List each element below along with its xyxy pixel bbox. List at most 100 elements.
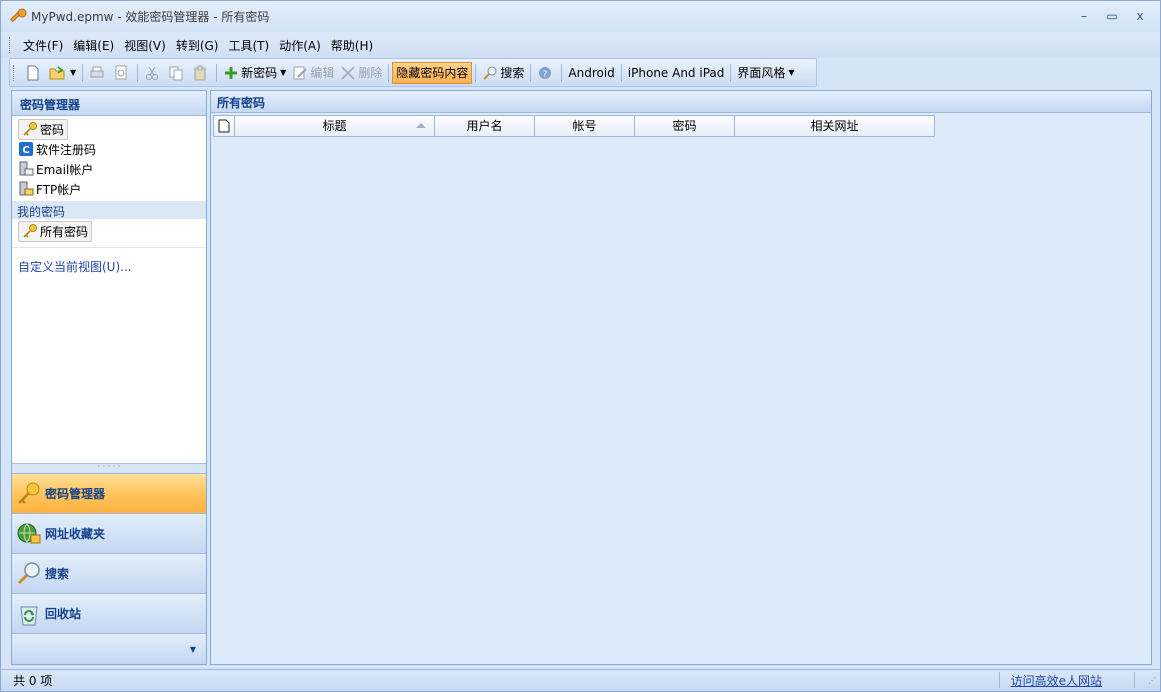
close-button[interactable]: x (1128, 7, 1152, 25)
status-divider (1134, 672, 1135, 688)
edit-icon (292, 65, 308, 81)
search-label: 搜索 (500, 66, 525, 80)
iphone-button[interactable]: iPhone And iPad (625, 62, 728, 84)
nav-header: 密码管理器 (12, 91, 206, 116)
new-file-button[interactable] (22, 62, 46, 84)
nav-button-search[interactable]: 搜索 (12, 553, 206, 593)
nav-item-label: 密码 (40, 122, 65, 137)
nav-group-my-passwords: 我的密码 (12, 201, 206, 219)
new-file-icon (25, 65, 41, 81)
search-icon (482, 65, 498, 81)
nav-button-label: 密码管理器 (45, 487, 106, 501)
delete-label: 删除 (358, 66, 383, 80)
nav-item-label: 软件注册码 (36, 142, 97, 157)
toolbar-separator (216, 63, 218, 82)
column-url[interactable]: 相关网址 (735, 115, 935, 137)
menu-goto[interactable]: 转到(G) (171, 35, 224, 56)
cut-button[interactable] (141, 62, 165, 84)
print-icon (89, 65, 105, 81)
nav-splitter[interactable]: · · · · · (12, 463, 206, 473)
nav-item-all-passwords[interactable]: 所有密码 (12, 219, 206, 243)
menu-view[interactable]: 视图(V) (119, 35, 171, 56)
navigation-pane: 密码管理器 密码 C 软件注册码 Email帐户 FTP帐户 我的密码 所有密码… (11, 90, 207, 665)
window-title: MyPwd.epmw - 效能密码管理器 - 所有密码 (31, 10, 270, 24)
cut-icon (144, 65, 160, 81)
menu-grip[interactable] (9, 37, 12, 53)
toolbar-separator (388, 63, 390, 82)
visit-website-link[interactable]: 访问高效e人网站 (1011, 672, 1102, 689)
menu-tools[interactable]: 工具(T) (223, 35, 274, 56)
menu-bar: 文件(F) 编辑(E) 视图(V) 转到(G) 工具(T) 动作(A) 帮助(H… (1, 32, 1160, 58)
column-icon[interactable] (213, 115, 235, 137)
grid-header: 标题 用户名 帐号 密码 相关网址 (213, 115, 935, 137)
key-icon (22, 121, 38, 137)
column-password[interactable]: 密码 (635, 115, 735, 137)
edit-label: 编辑 (310, 66, 335, 80)
nav-item-ftp[interactable]: FTP帐户 (12, 179, 206, 199)
nav-item-label: 所有密码 (40, 224, 89, 239)
skin-button[interactable]: 界面风格 ▼ (734, 62, 797, 84)
column-username[interactable]: 用户名 (435, 115, 535, 137)
ftp-server-icon (18, 181, 34, 197)
print-preview-button[interactable] (110, 62, 134, 84)
nav-item-email[interactable]: Email帐户 (12, 159, 206, 179)
nav-button-password-manager[interactable]: 密码管理器 (12, 473, 206, 513)
key-icon (22, 223, 38, 239)
search-button[interactable]: 搜索 (479, 62, 527, 84)
svg-text:?: ? (543, 70, 548, 80)
menu-help[interactable]: 帮助(H) (326, 35, 378, 56)
resize-grip-icon[interactable]: ⋰ (1148, 676, 1156, 685)
open-button[interactable]: ▼ (46, 62, 79, 84)
android-button[interactable]: Android (565, 62, 617, 84)
app-window: MyPwd.epmw - 效能密码管理器 - 所有密码 – ▭ x 文件(F) … (0, 0, 1161, 692)
paste-button[interactable] (189, 62, 213, 84)
nav-divider (12, 247, 206, 248)
delete-icon (340, 65, 356, 81)
print-preview-icon (113, 65, 129, 81)
chevron-down-icon[interactable]: ▼ (280, 68, 286, 77)
help-button[interactable]: ? (534, 62, 558, 84)
toolbar-separator (730, 63, 732, 82)
maximize-button[interactable]: ▭ (1100, 7, 1124, 25)
edit-button[interactable]: 编辑 (289, 62, 337, 84)
menu-actions[interactable]: 动作(A) (274, 35, 326, 56)
nav-item-label: FTP帐户 (36, 182, 82, 197)
column-account[interactable]: 帐号 (535, 115, 635, 137)
help-icon: ? (537, 65, 553, 81)
toolbar-grip[interactable] (13, 64, 16, 81)
nav-item-password[interactable]: 密码 (12, 118, 206, 140)
customize-view-link[interactable]: 自定义当前视图(U)... (12, 258, 206, 275)
copy-button[interactable] (165, 62, 189, 84)
nav-button-label: 网址收藏夹 (45, 527, 106, 541)
nav-button-label: 回收站 (45, 607, 82, 621)
menu-file[interactable]: 文件(F) (18, 35, 68, 56)
toolbar-separator (530, 63, 532, 82)
nav-item-software-keys[interactable]: C 软件注册码 (12, 139, 206, 159)
chevron-down-icon: ▼ (788, 68, 795, 77)
column-password-label: 密码 (672, 119, 697, 133)
menu-edit[interactable]: 编辑(E) (68, 35, 119, 56)
delete-button[interactable]: 删除 (337, 62, 385, 84)
skin-label: 界面风格 (737, 66, 786, 80)
main-header: 所有密码 (211, 91, 1151, 113)
nav-overflow-bar: ▼ (12, 633, 206, 664)
toolbar-separator (561, 63, 563, 82)
column-account-label: 帐号 (572, 119, 597, 133)
minimize-button[interactable]: – (1072, 7, 1096, 25)
nav-button-label: 搜索 (45, 567, 70, 581)
chevron-down-icon[interactable]: ▼ (190, 645, 196, 654)
nav-button-recycle-bin[interactable]: 回收站 (12, 593, 206, 633)
column-title-label: 标题 (322, 119, 347, 133)
print-button[interactable] (86, 62, 110, 84)
hide-content-toggle[interactable]: 隐藏密码内容 (392, 61, 473, 84)
item-count: 共 0 项 (13, 674, 53, 688)
toolbar-separator (475, 63, 477, 82)
plus-icon (223, 65, 239, 81)
nav-button-bookmarks[interactable]: 网址收藏夹 (12, 513, 206, 553)
column-title[interactable]: 标题 (235, 115, 435, 137)
column-username-label: 用户名 (466, 119, 503, 133)
status-bar: 共 0 项 访问高效e人网站 ⋰ (1, 669, 1160, 691)
new-password-button[interactable]: 新密码 ▼ (220, 62, 289, 84)
status-divider (999, 672, 1000, 688)
document-icon (218, 119, 230, 133)
